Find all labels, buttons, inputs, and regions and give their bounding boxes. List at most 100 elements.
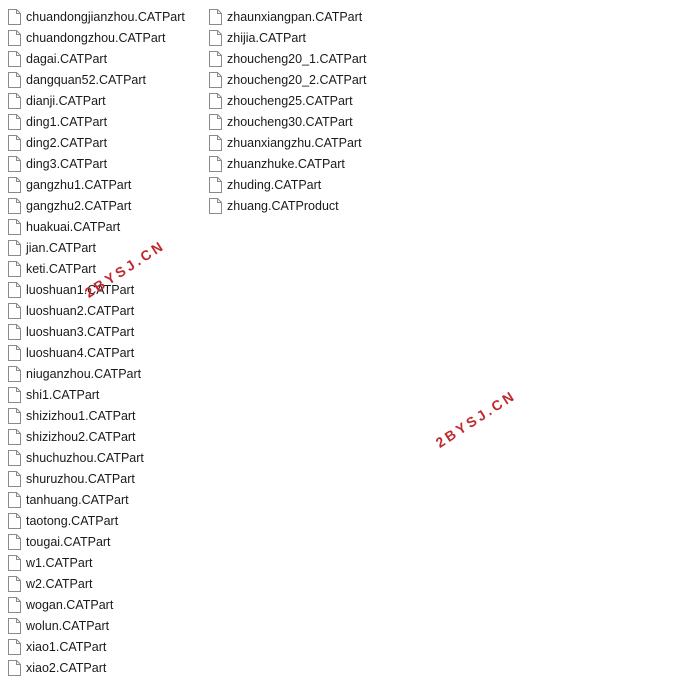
file-item[interactable]: gangzhu2.CATPart: [8, 195, 185, 216]
file-name: luoshuan4.CATPart: [26, 345, 135, 360]
file-item[interactable]: dagai.CATPart: [8, 48, 185, 69]
file-list-right: zhaunxiangpan.CATPart zhijia.CATPart zhouc…: [209, 6, 366, 216]
document-icon: [8, 470, 21, 487]
file-name: zhoucheng20_1.CATPart: [227, 51, 367, 66]
file-name: wogan.CATPart: [26, 597, 114, 612]
document-icon: [8, 218, 21, 235]
document-icon: [8, 386, 21, 403]
document-icon: [8, 533, 21, 550]
file-item[interactable]: wogan.CATPart: [8, 594, 185, 615]
file-item[interactable]: keti.CATPart: [8, 258, 185, 279]
document-icon: [8, 197, 21, 214]
file-name: gangzhu1.CATPart: [26, 177, 132, 192]
file-name: niuganzhou.CATPart: [26, 366, 142, 381]
file-item[interactable]: niuganzhou.CATPart: [8, 363, 185, 384]
file-item[interactable]: w1.CATPart: [8, 552, 185, 573]
file-item[interactable]: w2.CATPart: [8, 573, 185, 594]
document-icon: [8, 302, 21, 319]
file-name: shi1.CATPart: [26, 387, 100, 402]
document-icon: [8, 407, 21, 424]
file-name: tougai.CATPart: [26, 534, 111, 549]
document-icon: [8, 596, 21, 613]
file-item[interactable]: ding1.CATPart: [8, 111, 185, 132]
document-icon: [8, 155, 21, 172]
file-name: huakuai.CATPart: [26, 219, 121, 234]
document-icon: [209, 8, 222, 25]
file-item[interactable]: zhoucheng25.CATPart: [209, 90, 366, 111]
file-item[interactable]: shizizhou2.CATPart: [8, 426, 185, 447]
file-item[interactable]: taotong.CATPart: [8, 510, 185, 531]
file-item[interactable]: ding3.CATPart: [8, 153, 185, 174]
file-item[interactable]: zhijia.CATPart: [209, 27, 366, 48]
file-item[interactable]: shuruzhou.CATPart: [8, 468, 185, 489]
file-name: w1.CATPart: [26, 555, 93, 570]
file-item[interactable]: luoshuan4.CATPart: [8, 342, 185, 363]
document-icon: [209, 155, 222, 172]
file-name: dianji.CATPart: [26, 93, 106, 108]
file-name: zhuanxiangzhu.CATPart: [227, 135, 362, 150]
file-name: dagai.CATPart: [26, 51, 108, 66]
file-name: dangquan52.CATPart: [26, 72, 146, 87]
file-name: shuchuzhou.CATPart: [26, 450, 144, 465]
file-name: shuruzhou.CATPart: [26, 471, 135, 486]
file-item[interactable]: zhoucheng30.CATPart: [209, 111, 366, 132]
file-item[interactable]: tanhuang.CATPart: [8, 489, 185, 510]
file-item[interactable]: jian.CATPart: [8, 237, 185, 258]
file-name: luoshuan3.CATPart: [26, 324, 135, 339]
file-item[interactable]: zhuding.CATPart: [209, 174, 366, 195]
file-item[interactable]: zhuanxiangzhu.CATPart: [209, 132, 366, 153]
document-icon: [8, 575, 21, 592]
file-item[interactable]: shuchuzhou.CATPart: [8, 447, 185, 468]
file-name: chuandongzhou.CATPart: [26, 30, 166, 45]
document-icon: [209, 113, 222, 130]
file-item[interactable]: zhoucheng20_1.CATPart: [209, 48, 366, 69]
file-name: wolun.CATPart: [26, 618, 110, 633]
file-name: chuandongjianzhou.CATPart: [26, 9, 185, 24]
file-name: zhoucheng25.CATPart: [227, 93, 353, 108]
document-icon: [8, 71, 21, 88]
file-item[interactable]: ding2.CATPart: [8, 132, 185, 153]
file-item[interactable]: wolun.CATPart: [8, 615, 185, 636]
document-icon: [8, 260, 21, 277]
file-name: zhuanzhuke.CATPart: [227, 156, 345, 171]
file-item[interactable]: luoshuan3.CATPart: [8, 321, 185, 342]
file-name: ding3.CATPart: [26, 156, 108, 171]
file-name: zhaunxiangpan.CATPart: [227, 9, 363, 24]
document-icon: [8, 449, 21, 466]
document-icon: [8, 491, 21, 508]
file-item[interactable]: zhoucheng20_2.CATPart: [209, 69, 366, 90]
file-item[interactable]: shi1.CATPart: [8, 384, 185, 405]
file-item[interactable]: chuandongjianzhou.CATPart: [8, 6, 185, 27]
file-item[interactable]: huakuai.CATPart: [8, 216, 185, 237]
file-item[interactable]: zhaunxiangpan.CATPart: [209, 6, 366, 27]
file-name: gangzhu2.CATPart: [26, 198, 132, 213]
file-name: ding1.CATPart: [26, 114, 108, 129]
file-name: zhuang.CATProduct: [227, 198, 339, 213]
document-icon: [8, 428, 21, 445]
file-item[interactable]: chuandongzhou.CATPart: [8, 27, 185, 48]
file-name: w2.CATPart: [26, 576, 93, 591]
file-name: taotong.CATPart: [26, 513, 119, 528]
file-item[interactable]: luoshuan1.CATPart: [8, 279, 185, 300]
file-item[interactable]: shizizhou1.CATPart: [8, 405, 185, 426]
file-item[interactable]: xiao1.CATPart: [8, 636, 185, 657]
document-icon: [8, 281, 21, 298]
document-icon: [8, 659, 21, 676]
file-item[interactable]: zhuanzhuke.CATPart: [209, 153, 366, 174]
file-item[interactable]: dianji.CATPart: [8, 90, 185, 111]
document-icon: [8, 92, 21, 109]
document-icon: [8, 113, 21, 130]
document-icon: [209, 134, 222, 151]
document-icon: [209, 29, 222, 46]
file-item[interactable]: tougai.CATPart: [8, 531, 185, 552]
file-item[interactable]: dangquan52.CATPart: [8, 69, 185, 90]
file-list-left: chuandongjianzhou.CATPart chuandongzhou.C…: [8, 6, 185, 678]
file-name: luoshuan2.CATPart: [26, 303, 135, 318]
file-item[interactable]: xiao2.CATPart: [8, 657, 185, 678]
file-name: xiao2.CATPart: [26, 660, 107, 675]
file-item[interactable]: luoshuan2.CATPart: [8, 300, 185, 321]
file-item[interactable]: zhuang.CATProduct: [209, 195, 366, 216]
document-icon: [209, 176, 222, 193]
file-name: zhoucheng20_2.CATPart: [227, 72, 367, 87]
file-item[interactable]: gangzhu1.CATPart: [8, 174, 185, 195]
